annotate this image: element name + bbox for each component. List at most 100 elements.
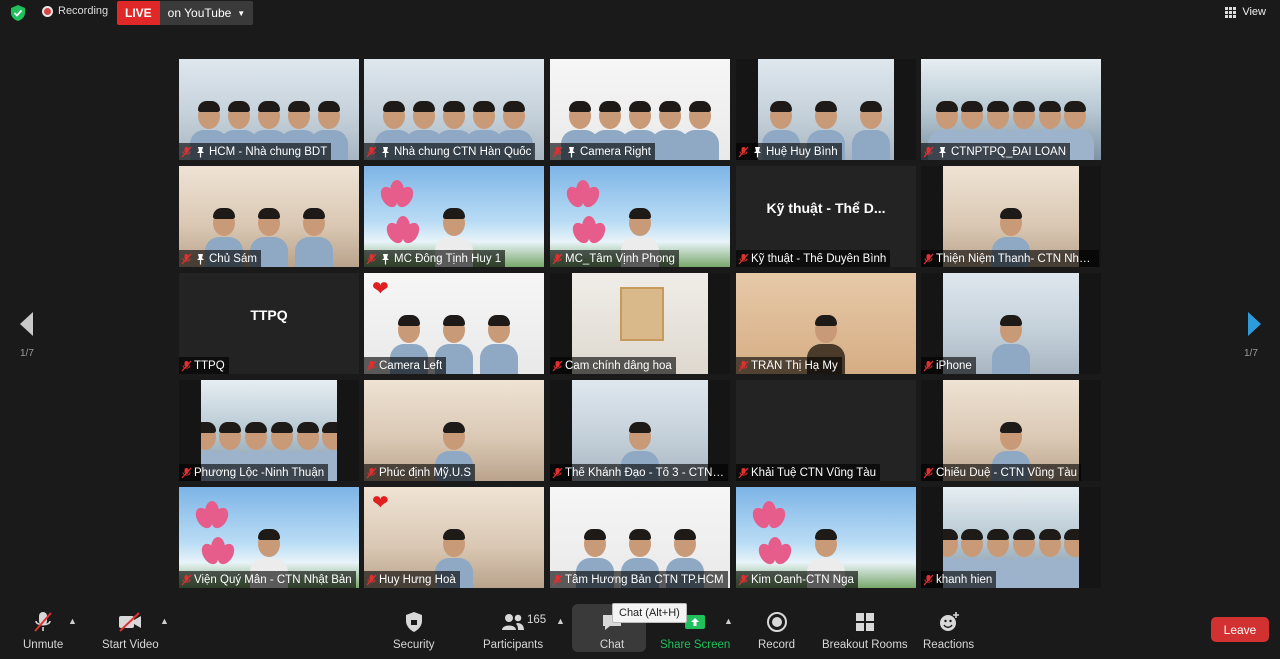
letterbox-bar xyxy=(894,59,916,160)
video-tile[interactable]: Kim Oanh-CTN Nga xyxy=(736,487,916,588)
video-tile[interactable]: Chiếu Duệ - CTN Vũng Tàu xyxy=(921,380,1101,481)
muted-mic-icon xyxy=(366,146,377,157)
pin-icon xyxy=(382,253,389,264)
previous-page-arrow-icon[interactable] xyxy=(17,310,37,338)
video-tile[interactable]: MC Đông Tịnh Huy 1 xyxy=(364,166,544,267)
pin-icon xyxy=(754,146,761,157)
participant-name: MC_Tâm Vịnh Phong xyxy=(565,252,675,265)
muted-mic-icon xyxy=(366,360,377,371)
participant-display-name: TTPQ xyxy=(250,306,288,323)
letterbox-bar xyxy=(1079,380,1101,481)
lotus-flower-graphic xyxy=(749,501,789,532)
participants-options-chevron-icon[interactable]: ▲ xyxy=(556,616,565,626)
unmute-button[interactable]: Unmute xyxy=(23,610,63,651)
participant-name: Camera Right xyxy=(580,145,651,158)
participant-name-caption: Chủ Sám xyxy=(179,250,261,267)
participant-display-name: Kỹ thuật - Thể D... xyxy=(766,199,886,216)
video-tile[interactable]: TRẦN Thị Hạ My xyxy=(736,273,916,374)
participant-name-caption: Khải Tuệ CTN Vũng Tàu xyxy=(736,464,881,481)
letterbox-bar xyxy=(1079,273,1101,374)
video-tile[interactable]: ❤ Camera Left xyxy=(364,273,544,374)
muted-mic-icon xyxy=(738,574,749,585)
video-tile[interactable]: Viện Quý Mẫn - CTN Nhật Bản xyxy=(179,487,359,588)
security-label: Security xyxy=(393,639,435,651)
letterbox-bar xyxy=(337,380,359,481)
chat-label: Chat xyxy=(599,639,625,651)
video-tile[interactable]: Nhà chung CTN Hàn Quốc xyxy=(364,59,544,160)
view-button[interactable]: View xyxy=(1225,6,1266,18)
audio-options-chevron-icon[interactable]: ▲ xyxy=(68,616,77,626)
video-tile[interactable]: CTNPTPQ_ĐÀI LOAN xyxy=(921,59,1101,160)
share-options-chevron-icon[interactable]: ▲ xyxy=(724,616,733,626)
participant-name: Thể Khánh Đạo - Tổ 3 - CTN Nhật Bản xyxy=(565,466,724,479)
participant-figure xyxy=(681,101,719,160)
muted-mic-icon xyxy=(552,253,563,264)
leave-button[interactable]: Leave xyxy=(1211,617,1269,642)
lotus-flower-graphic xyxy=(755,537,795,568)
security-shield-icon[interactable] xyxy=(9,4,27,22)
video-tile[interactable]: Phúc định Mỹ.U.S xyxy=(364,380,544,481)
muted-mic-icon xyxy=(923,253,934,264)
letterbox-bar xyxy=(1079,487,1101,588)
recording-dot-icon xyxy=(42,5,53,17)
reactions-button[interactable]: Reactions xyxy=(923,610,974,651)
video-tile[interactable]: Phương Lộc -Ninh Thuận xyxy=(179,380,359,481)
video-tile[interactable]: HCM - Nhà chung BDT xyxy=(179,59,359,160)
participant-name-caption: Camera Right xyxy=(550,143,655,160)
video-tile[interactable]: Chủ Sám xyxy=(179,166,359,267)
pin-icon xyxy=(197,146,204,157)
next-page-arrow-icon[interactable] xyxy=(1244,310,1264,338)
start-video-button[interactable]: Start Video xyxy=(102,610,159,651)
youtube-label: on YouTube xyxy=(167,6,232,20)
video-tile[interactable]: Khải Tuệ CTN Vũng Tàu xyxy=(736,380,916,481)
record-button[interactable]: Record xyxy=(758,610,795,651)
participant-name-caption: Phúc định Mỹ.U.S xyxy=(364,464,476,481)
live-label: LIVE xyxy=(117,1,160,25)
video-tile[interactable]: ❤ Huy Hưng Hoà xyxy=(364,487,544,588)
participant-name-caption: Thiện Niệm Thanh- CTN Nhật Bản xyxy=(921,250,1099,267)
video-options-chevron-icon[interactable]: ▲ xyxy=(160,616,169,626)
video-tile[interactable]: Tâm Hương Bản CTN TP.HCM xyxy=(550,487,730,588)
live-stream-badge[interactable]: LIVE on YouTube ▼ xyxy=(117,1,254,25)
lotus-flower-graphic xyxy=(377,180,417,211)
muted-mic-icon xyxy=(366,467,377,478)
video-tile[interactable]: Thể Khánh Đạo - Tổ 3 - CTN Nhật Bản xyxy=(550,380,730,481)
muted-mic-icon xyxy=(738,360,749,371)
video-tile[interactable]: Thiện Niệm Thanh- CTN Nhật Bản xyxy=(921,166,1101,267)
muted-mic-icon xyxy=(923,467,934,478)
page-indicator-left: 1/7 xyxy=(20,348,34,359)
participant-name: HCM - Nhà chung BDT xyxy=(209,145,328,158)
participant-name-caption: MC_Tâm Vịnh Phong xyxy=(550,250,679,267)
participant-name-caption: TRẦN Thị Hạ My xyxy=(736,357,842,374)
video-tile[interactable]: Camera Right xyxy=(550,59,730,160)
participant-name-caption: Thể Khánh Đạo - Tổ 3 - CTN Nhật Bản xyxy=(550,464,728,481)
participant-name: Thiện Niệm Thanh- CTN Nhật Bản xyxy=(936,252,1095,265)
participant-name-caption: HCM - Nhà chung BDT xyxy=(179,143,332,160)
muted-mic-icon xyxy=(552,574,563,585)
muted-mic-icon xyxy=(181,467,192,478)
video-tile[interactable]: Cam chính dâng hoa xyxy=(550,273,730,374)
participant-name: Nhà chung CTN Hàn Quốc xyxy=(394,145,532,158)
breakout-rooms-icon xyxy=(855,613,874,631)
video-tile[interactable]: khanh hien xyxy=(921,487,1101,588)
muted-mic-icon xyxy=(738,467,749,478)
pin-icon xyxy=(382,146,389,157)
recording-indicator[interactable]: Recording xyxy=(42,5,108,17)
video-tile[interactable]: MC_Tâm Vịnh Phong xyxy=(550,166,730,267)
muted-mic-icon xyxy=(552,467,563,478)
participant-name-caption: Tâm Hương Bản CTN TP.HCM xyxy=(550,571,728,588)
breakout-rooms-button[interactable]: Breakout Rooms xyxy=(822,610,908,651)
muted-mic-icon xyxy=(923,360,934,371)
video-tile[interactable]: TTPQ TTPQ xyxy=(179,273,359,374)
video-tile[interactable]: Kỹ thuật - Thể D... Kỹ thuật - Thể Duyên … xyxy=(736,166,916,267)
muted-mic-icon xyxy=(366,253,377,264)
video-tile[interactable]: Huệ Huy Bình xyxy=(736,59,916,160)
video-tile[interactable]: iPhone xyxy=(921,273,1101,374)
muted-mic-icon xyxy=(738,253,749,264)
unmute-label: Unmute xyxy=(23,639,64,651)
security-button[interactable]: Security xyxy=(393,610,435,651)
youtube-dropdown[interactable]: on YouTube ▼ xyxy=(159,1,254,25)
participant-name-caption: TTPQ xyxy=(179,357,229,374)
participant-name: TTPQ xyxy=(194,359,225,372)
share-screen-label: Share Screen xyxy=(660,639,731,651)
